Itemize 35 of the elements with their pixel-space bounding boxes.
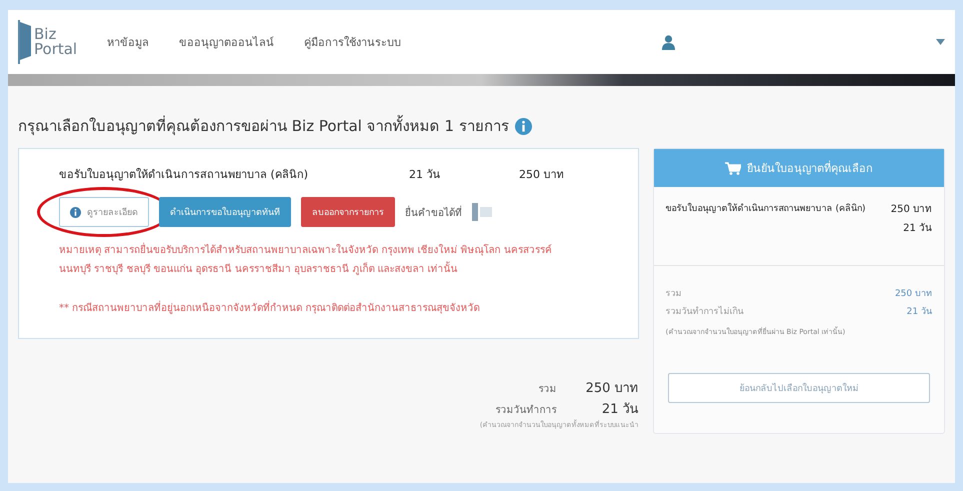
days-value: 21 วัน — [906, 306, 932, 318]
logo-text: Biz — [34, 27, 56, 42]
total-value: 250 บาท — [894, 288, 932, 300]
cart-icon — [724, 162, 741, 174]
days-label: รวมวันทำการไม่เกิน — [666, 305, 745, 318]
logo-icon — [18, 20, 32, 64]
total-value: 250 บาท — [584, 380, 639, 398]
days-label: รวมวันทำการ — [494, 404, 556, 417]
details-button[interactable]: ดูรายละเอียด — [59, 197, 149, 227]
license-name: ขอรับใบอนุญาตให้ดำเนินการสถานพยาบาล (คลินิก) — [59, 167, 310, 183]
note-text: หมายเหตุ สามารถยื่นขอรับบริการได้สำหรับสถานพยาบาลเฉพาะในจังหวัด กรุงเทพ เชียงใหม่ พิษณุโลก นครสวรรค์ นนทบุรี ราชบุรี ชลบุรี ขอนแก่น อุดรธานี นครราชสีมา อุบลราชธานี ภูเก็ต และสงขลา เท่านั้น — [59, 241, 579, 279]
cart-item-name: ขอรับใบอนุญาตให้ดำเนินการสถานพยาบาล (คลินิก) — [666, 202, 866, 216]
nav-link[interactable]: คู่มือการใช้งานระบบ — [304, 33, 402, 51]
logo-icon — [472, 203, 494, 221]
logo-text: Portal — [34, 42, 78, 57]
info-icon — [514, 118, 532, 134]
days-value: 21 วัน — [600, 401, 639, 419]
nav-link[interactable]: หาข้อมูล — [107, 33, 150, 51]
license-fee: 250 บาท — [519, 167, 564, 183]
info-icon — [70, 206, 81, 218]
apply-button[interactable]: ดำเนินการขอใบอนุญาตทันที — [159, 197, 291, 227]
cart-item-days: 21 วัน — [903, 220, 932, 235]
remove-button[interactable]: ลบออกจากรายการ — [301, 197, 395, 227]
user-icon[interactable] — [662, 34, 676, 50]
total-label: รวม — [666, 288, 683, 300]
caret-icon[interactable] — [936, 39, 946, 45]
page-heading: กรุณาเลือกใบอนุญาตที่คุณต้องการขอผ่าน Biz Portal จากทั้งหมด 1 รายการ — [18, 114, 509, 138]
license-days: 21 วัน — [409, 165, 519, 183]
cart-title: ยืนยันใบอนุญาตที่คุณเลือก — [746, 160, 873, 177]
note-text: ** กรณีสถานพยาบาลที่อยู่นอกเหนือจากจังหวัดที่กำหนด กรุณาติดต่อสำนักงานสาธารณสุขจังหวัด — [59, 299, 579, 318]
cart-item-fee: 250 บาท — [890, 203, 932, 216]
back-button[interactable]: ย้อนกลับไปเลือกใบอนุญาตใหม่ — [668, 373, 930, 403]
nav-link[interactable]: ขออนุญาตออนไลน์ — [179, 33, 274, 51]
total-label: รวม — [537, 383, 556, 396]
submit-label: ยื่นคำขอได้ที่ — [405, 204, 462, 220]
